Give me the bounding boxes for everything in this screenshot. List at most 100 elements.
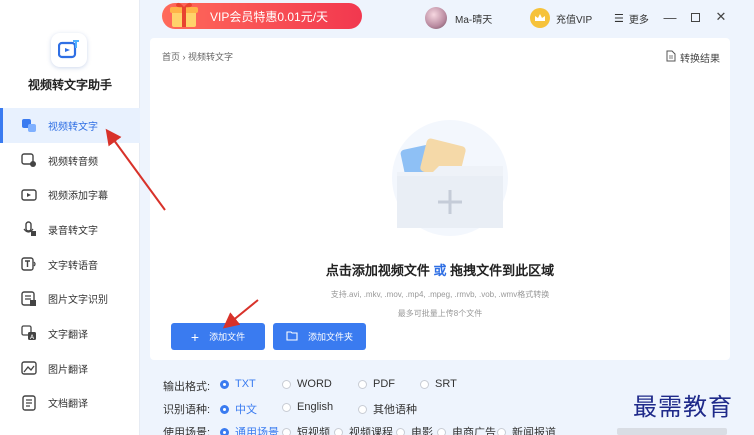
app-logo — [51, 33, 87, 67]
radio-label: 中文 — [235, 404, 257, 416]
subtitle-icon — [20, 186, 38, 204]
radio-selected-icon — [220, 404, 229, 414]
radio-label: PDF — [373, 378, 395, 390]
translate-icon: A — [20, 324, 38, 342]
format-radio-txt[interactable]: TXT — [220, 378, 256, 390]
app-name: 视频转文字助手 — [27, 78, 112, 92]
output-format-label: 输出格式: — [163, 381, 211, 393]
sidebar-item-label: 文字翻译 — [48, 329, 88, 341]
crown-icon — [530, 8, 550, 28]
radio-label: 通用场景 — [235, 427, 279, 435]
more-label: 更多 — [628, 15, 649, 26]
minimize-icon: — — [663, 9, 677, 25]
maximize-button[interactable] — [686, 8, 704, 26]
avatar — [425, 7, 447, 29]
sidebar-item-record-to-text[interactable]: 录音转文字 — [0, 212, 140, 247]
sidebar-item-text-translate[interactable]: A 文字翻译 — [0, 316, 140, 351]
result-link-label: 转换结果 — [680, 54, 720, 65]
close-button[interactable]: ✕ — [712, 8, 730, 26]
upload-panel: 首页 › 视频转文字 转换结果 点击添加视频文件 或 拖拽文件到此区域 支持.a… — [150, 38, 730, 360]
maximize-icon — [690, 12, 700, 22]
drop-zone-illustration[interactable] — [375, 116, 525, 246]
radio-icon — [282, 402, 291, 412]
language-radio-chinese[interactable]: 中文 — [220, 401, 257, 417]
scene-radio-course[interactable]: 视频课程 — [334, 424, 393, 435]
image-translate-icon — [20, 359, 38, 377]
language-label: 识别语种: — [163, 404, 211, 416]
radio-label: 新闻报道 — [512, 427, 556, 435]
video-audio-icon — [20, 151, 38, 169]
image-ocr-icon — [20, 290, 38, 308]
sidebar-item-label: 图片文字识别 — [48, 295, 108, 307]
sidebar-item-label: 文字转语音 — [48, 260, 98, 272]
format-radio-srt[interactable]: SRT — [420, 378, 457, 390]
drop-instruction: 点击添加视频文件 或 拖拽文件到此区域 — [150, 260, 730, 279]
watermark-text: 最需教育 — [633, 393, 733, 421]
vip-promo-banner[interactable]: VIP会员特惠0.01元/天 — [162, 2, 362, 29]
radio-label: 视频课程 — [349, 427, 393, 435]
add-folder-button[interactable]: 添加文件夹 — [273, 323, 366, 350]
sidebar-item-video-subtitle[interactable]: 视频添加字幕 — [0, 177, 140, 212]
sidebar-item-doc-translate[interactable]: 文档翻译 — [0, 386, 140, 421]
radio-label: English — [297, 401, 334, 413]
app-logo-icon — [58, 40, 79, 59]
document-icon — [666, 50, 676, 65]
sidebar-item-label: 视频添加字幕 — [48, 191, 108, 203]
radio-label: SRT — [435, 378, 457, 390]
radio-icon — [282, 379, 291, 389]
radio-icon — [497, 427, 506, 435]
radio-icon — [282, 427, 291, 435]
sidebar: 视频转文字助手 视频转文字 视频转音频 视频添加字幕 录音转文字 文字转语音 图… — [0, 0, 140, 435]
upload-folder-icon — [392, 120, 508, 236]
radio-label: 电商广告 — [452, 427, 496, 435]
format-radio-pdf[interactable]: PDF — [358, 378, 395, 390]
scene-radio-news[interactable]: 新闻报道 — [497, 424, 556, 435]
folder-icon — [286, 330, 298, 343]
language-radio-english[interactable]: English — [282, 401, 333, 413]
upload-limit: 最多可批量上传8个文件 — [397, 309, 483, 318]
sidebar-item-image-ocr[interactable]: 图片文字识别 — [0, 281, 140, 316]
radio-label: 电影 — [411, 427, 433, 435]
sidebar-item-label: 录音转文字 — [48, 225, 98, 237]
radio-selected-icon — [220, 379, 229, 389]
sidebar-item-text-to-speech[interactable]: 文字转语音 — [0, 247, 140, 282]
add-folder-label: 添加文件夹 — [307, 332, 353, 342]
sidebar-item-image-translate[interactable]: 图片翻译 — [0, 351, 140, 386]
radio-selected-icon — [220, 427, 229, 435]
radio-label: 其他语种 — [373, 404, 417, 416]
sidebar-item-label: 视频转音频 — [48, 156, 98, 168]
sidebar-item-label: 文档翻译 — [48, 399, 88, 411]
recharge-vip-button[interactable]: 充值VIP — [530, 8, 592, 28]
supported-formats: 支持.avi, .mkv, .mov, .mp4, .mpeg, .rmvb, … — [330, 290, 550, 299]
sidebar-item-video-to-audio[interactable]: 视频转音频 — [0, 143, 140, 178]
vip-label: 充值VIP — [556, 14, 593, 26]
language-radio-other[interactable]: 其他语种 — [358, 401, 417, 417]
scene-radio-ecommerce[interactable]: 电商广告 — [437, 424, 496, 435]
scene-label: 使用场景: — [163, 427, 211, 435]
drop-text-click: 点击添加视频文件 — [325, 263, 430, 278]
title-bar: VIP会员特惠0.01元/天 Ma-晴天 充值VIP ☰ 更多 — ✕ — [140, 0, 754, 38]
start-convert-button[interactable] — [617, 428, 727, 435]
promo-text: VIP会员特惠0.01元/天 — [210, 9, 329, 24]
scene-radio-movie[interactable]: 电影 — [396, 424, 433, 435]
radio-icon — [437, 427, 446, 435]
sidebar-item-label: 图片翻译 — [48, 364, 88, 376]
scene-radio-general[interactable]: 通用场景 — [220, 424, 279, 435]
user-name: Ma-晴天 — [455, 14, 493, 26]
user-profile[interactable]: Ma-晴天 — [425, 7, 492, 29]
text-speech-icon — [20, 255, 38, 273]
conversion-results-link[interactable]: 转换结果 — [666, 50, 720, 65]
radio-icon — [396, 427, 405, 435]
radio-label: 短视频 — [297, 427, 330, 435]
sidebar-item-video-to-text[interactable]: 视频转文字 — [0, 108, 140, 143]
more-menu-button[interactable]: ☰ 更多 — [614, 11, 649, 26]
radio-icon — [358, 379, 367, 389]
scene-radio-short-video[interactable]: 短视频 — [282, 424, 330, 435]
video-text-icon — [20, 116, 38, 134]
minimize-button[interactable]: — — [661, 8, 679, 26]
microphone-icon — [20, 220, 38, 238]
radio-icon — [420, 379, 429, 389]
drop-text-drag: 拖拽文件到此区域 — [450, 263, 555, 278]
format-radio-word[interactable]: WORD — [282, 378, 332, 390]
add-file-button[interactable]: + 添加文件 — [171, 323, 265, 350]
